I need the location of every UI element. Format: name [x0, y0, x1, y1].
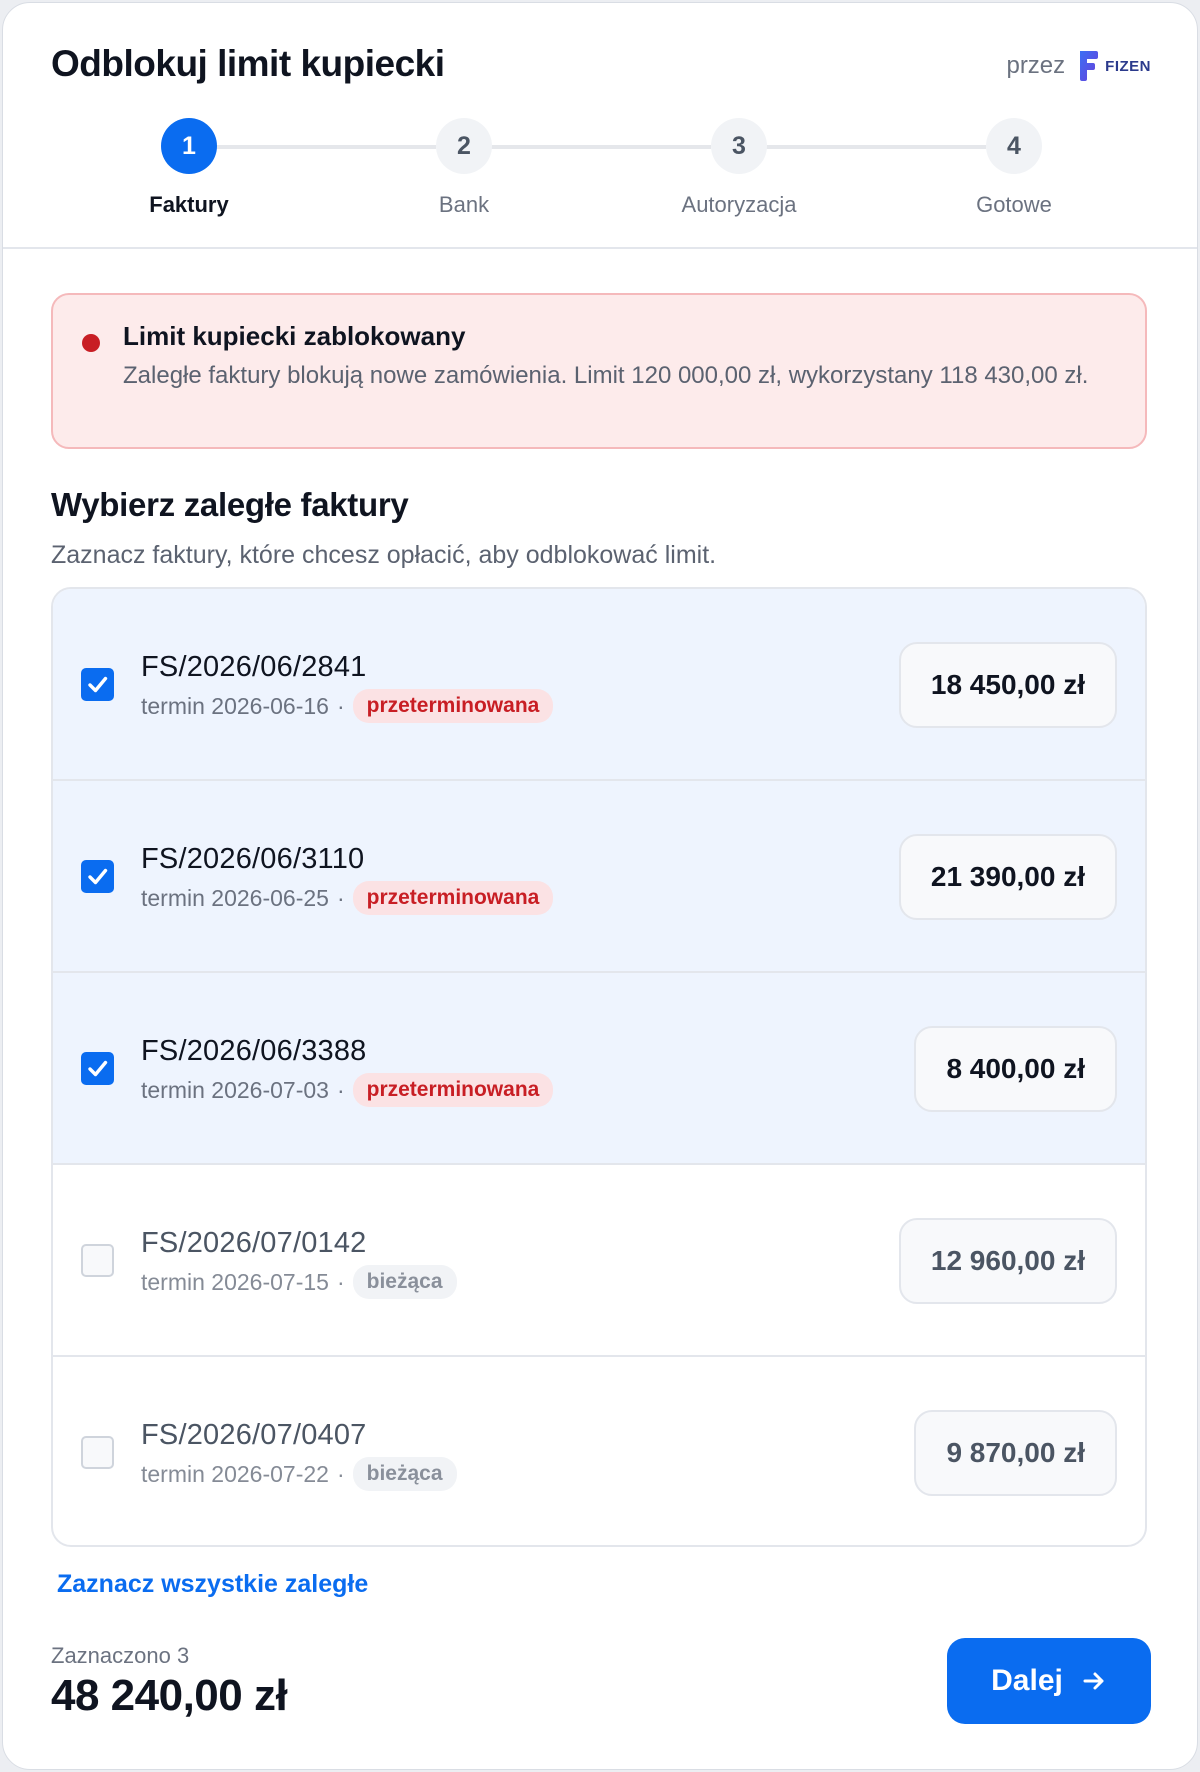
step-gotowe: 4 Gotowe: [914, 118, 1114, 218]
provider-attribution: przez FIZEN: [1006, 49, 1151, 83]
step-bank: 2 Bank: [364, 118, 564, 218]
step-label: Faktury: [149, 192, 229, 217]
invoice-number: FS/2026/06/2841: [141, 651, 367, 683]
alert-dot-icon: [82, 334, 100, 352]
step-number: 2: [436, 118, 492, 174]
invoice-meta: termin 2026-07-22 · bieżąca: [141, 1457, 457, 1491]
meta-separator: ·: [336, 1460, 345, 1487]
limit-blocked-alert: Limit kupiecki zablokowany Zaległe faktu…: [51, 293, 1147, 449]
invoice-due-date: termin 2026-07-22: [141, 1460, 329, 1487]
invoice-number: FS/2026/07/0142: [141, 1227, 367, 1259]
status-badge: przeterminowana: [352, 881, 554, 915]
selected-count: Zaznaczono 3: [51, 1643, 190, 1668]
invoice-checkbox[interactable]: [81, 1436, 114, 1469]
unlock-limit-dialog: Odblokuj limit kupiecki przez FIZEN 1 Fa…: [2, 2, 1198, 1770]
meta-separator: ·: [336, 1076, 345, 1103]
step-label: Autoryzacja: [681, 192, 797, 217]
status-badge: bieżąca: [352, 1265, 457, 1299]
invoice-due-date: termin 2026-06-25: [141, 884, 329, 911]
stepper: 1 Faktury 2 Bank 3 Autoryzacja 4 Gotowe: [3, 118, 1197, 228]
invoice-amount: 18 450,00 zł: [898, 642, 1117, 728]
select-all-overdue-link[interactable]: Zaznacz wszystkie zaległe: [57, 1570, 368, 1599]
dialog-header: Odblokuj limit kupiecki przez FIZEN 1 Fa…: [3, 3, 1197, 249]
status-badge: przeterminowana: [352, 1073, 554, 1107]
step-label: Bank: [438, 192, 490, 217]
invoice-amount: 9 870,00 zł: [914, 1410, 1117, 1496]
invoice-checkbox[interactable]: [81, 668, 114, 701]
invoice-row[interactable]: FS/2026/06/3110 termin 2026-06-25 · prze…: [53, 781, 1145, 973]
invoice-list: FS/2026/06/2841 termin 2026-06-16 · prze…: [51, 587, 1147, 1547]
invoice-meta: termin 2026-06-25 · przeterminowana: [141, 881, 554, 915]
checkbox-checked-icon: [88, 1060, 108, 1077]
status-badge: bieżąca: [352, 1457, 457, 1491]
invoice-amount: 21 390,00 zł: [898, 834, 1117, 920]
checkbox-checked-icon: [88, 676, 108, 693]
fizen-logo: FIZEN: [1077, 49, 1151, 83]
invoice-row[interactable]: FS/2026/06/2841 termin 2026-06-16 · prze…: [53, 589, 1145, 781]
invoice-amount: 8 400,00 zł: [914, 1026, 1117, 1112]
step-label: Gotowe: [976, 192, 1052, 217]
status-badge: przeterminowana: [352, 689, 554, 723]
invoice-number: FS/2026/06/3388: [141, 1035, 367, 1067]
invoice-checkbox[interactable]: [81, 1052, 114, 1085]
fizen-wordmark: FIZEN: [1105, 57, 1151, 75]
fizen-logo-icon: [1080, 51, 1099, 81]
invoice-number: FS/2026/07/0407: [141, 1419, 367, 1451]
next-button[interactable]: Dalej: [947, 1638, 1151, 1724]
alert-title: Limit kupiecki zablokowany: [123, 321, 466, 351]
invoice-checkbox[interactable]: [81, 860, 114, 893]
invoice-due-date: termin 2026-06-16: [141, 692, 329, 719]
meta-separator: ·: [336, 692, 345, 719]
alert-text: Zaległe faktury blokują nowe zamówienia.…: [123, 362, 1089, 389]
selected-total: 48 240,00 zł: [51, 1671, 288, 1720]
invoice-meta: termin 2026-06-16 · przeterminowana: [141, 689, 554, 723]
meta-separator: ·: [336, 884, 345, 911]
invoice-meta: termin 2026-07-15 · bieżąca: [141, 1265, 457, 1299]
step-number: 4: [986, 118, 1042, 174]
invoice-due-date: termin 2026-07-15: [141, 1268, 329, 1295]
step-number: 1: [161, 118, 217, 174]
step-number: 3: [711, 118, 767, 174]
arrow-right-icon: [1083, 1672, 1104, 1690]
invoice-checkbox[interactable]: [81, 1244, 114, 1277]
dialog-title: Odblokuj limit kupiecki: [51, 43, 445, 84]
invoice-amount: 12 960,00 zł: [898, 1218, 1117, 1304]
meta-separator: ·: [336, 1268, 345, 1295]
invoice-row[interactable]: FS/2026/06/3388 termin 2026-07-03 · prze…: [53, 973, 1145, 1165]
by-label: przez: [1006, 52, 1066, 79]
invoice-row[interactable]: FS/2026/07/0142 termin 2026-07-15 · bież…: [53, 1165, 1145, 1357]
next-button-label: Dalej: [991, 1664, 1063, 1697]
invoice-number: FS/2026/06/3110: [141, 843, 365, 875]
invoice-row[interactable]: FS/2026/07/0407 termin 2026-07-22 · bież…: [53, 1357, 1145, 1545]
invoice-due-date: termin 2026-07-03: [141, 1076, 329, 1103]
step-faktury: 1 Faktury: [89, 118, 289, 218]
section-subtitle: Zaznacz faktury, które chcesz opłacić, a…: [51, 541, 717, 569]
invoice-meta: termin 2026-07-03 · przeterminowana: [141, 1073, 554, 1107]
section-title: Wybierz zaległe faktury: [51, 486, 409, 523]
step-autoryzacja: 3 Autoryzacja: [639, 118, 839, 218]
checkbox-checked-icon: [88, 868, 108, 885]
